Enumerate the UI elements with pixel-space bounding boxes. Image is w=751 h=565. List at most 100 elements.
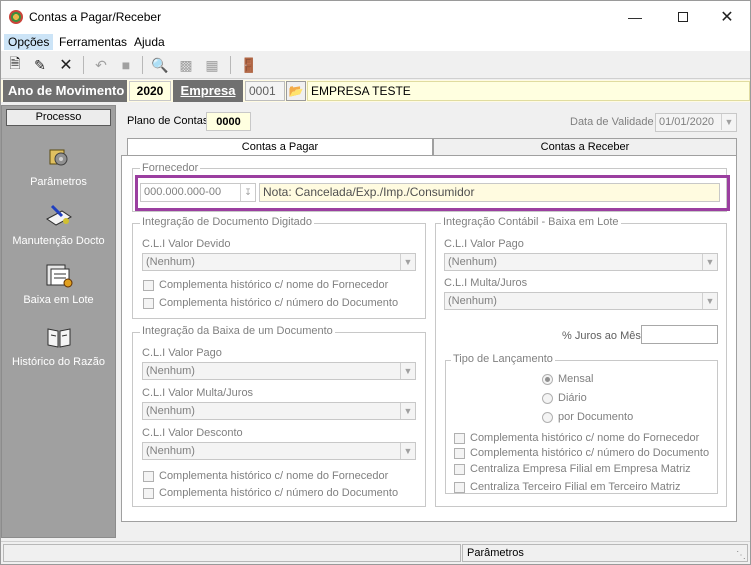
baixa-lote-icon [43, 260, 75, 290]
baixa-valor-pago-combo[interactable]: (Nenhum) ▼ [142, 362, 416, 380]
exit-door-icon[interactable]: 🚪 [239, 55, 259, 75]
status-cell-right: Parâmetros [462, 544, 748, 562]
radio-dot[interactable] [542, 411, 553, 423]
print-preview-icon[interactable]: 🔍 [150, 55, 170, 75]
sidebar-item-baixa-em-lote[interactable]: Baixa em Lote [2, 260, 115, 306]
data-validade-combo[interactable]: 01/01/2020 ▼ [655, 113, 737, 132]
edit-document-icon[interactable]: ✎ [30, 55, 50, 75]
checkbox-label: Complementa histórico c/ número do Docum… [470, 447, 710, 459]
tab-contas-a-pagar[interactable]: Contas a Pagar [127, 138, 433, 156]
checkbox-label: Complementa histórico c/ nome do Fornece… [470, 432, 700, 444]
empresa-label: Empresa [173, 80, 243, 102]
tipo-lanc-checkbox-1[interactable]: Complementa histórico c/ nome do Fornece… [454, 432, 699, 444]
print-icon[interactable]: ▩ [176, 55, 196, 75]
chevron-down-icon: ▼ [721, 114, 736, 130]
radio-diario[interactable]: Diário [542, 392, 587, 404]
checkbox-box[interactable] [143, 487, 154, 499]
juros-mes-label: % Juros ao Mês [562, 330, 641, 342]
checkbox-label: Centraliza Terceiro Filial em Terceiro M… [470, 481, 681, 493]
delete-icon[interactable]: ✕ [56, 55, 76, 75]
valor-devido-combo[interactable]: (Nenhum) ▼ [142, 253, 416, 271]
contabil-multa-juros-combo[interactable]: (Nenhum) ▼ [444, 292, 718, 310]
chevron-down-icon: ▼ [400, 443, 415, 459]
radio-mensal[interactable]: Mensal [542, 373, 593, 385]
sidebar-item-manutencao-docto[interactable]: Manutenção Docto [2, 201, 115, 247]
checkbox-box[interactable] [143, 470, 154, 482]
checkbox-box[interactable] [143, 297, 154, 309]
integ-baixa-checkbox-1[interactable]: Complementa histórico c/ nome do Fornece… [143, 470, 388, 482]
radio-label: Diário [558, 392, 587, 404]
chevron-down-icon: ▼ [400, 363, 415, 379]
app-icon [9, 10, 23, 24]
integ-baixa-checkbox-2[interactable]: Complementa histórico c/ número do Docum… [143, 487, 398, 499]
baixa-valor-desconto-combo[interactable]: (Nenhum) ▼ [142, 442, 416, 460]
sidebar-item-historico-do-razao[interactable]: Histórico do Razão [2, 322, 115, 368]
tab-contas-a-receber[interactable]: Contas a Receber [433, 138, 737, 156]
integ-baixa-f3-label: C.L.I Valor Desconto [142, 427, 243, 439]
data-validade-value: 01/01/2020 [659, 116, 715, 128]
toolbar-separator [83, 56, 84, 74]
folder-open-icon[interactable]: 📂 [286, 81, 306, 101]
combo-value: (Nenhum) [448, 256, 497, 268]
integ-doc-field-label: C.L.I Valor Devido [142, 238, 231, 250]
menu-ajuda[interactable]: Ajuda [130, 34, 169, 50]
new-document-icon[interactable]: 🗎 [5, 55, 25, 75]
fornecedor-code-value: 000.000.000-00 [144, 186, 222, 198]
minimize-icon[interactable]: — [612, 1, 658, 32]
ano-movimento-field[interactable]: 2020 [129, 81, 171, 101]
radio-label: por Documento [558, 411, 634, 423]
menu-ferramentas[interactable]: Ferramentas [55, 34, 131, 50]
fornecedor-group-label: Fornecedor [140, 162, 201, 174]
menu-opcoes[interactable]: Opções [4, 34, 54, 50]
baixa-multa-juros-combo[interactable]: (Nenhum) ▼ [142, 402, 416, 420]
toolbar-separator [230, 56, 231, 74]
checkbox-box[interactable] [454, 481, 465, 493]
chevron-down-icon: ▼ [702, 293, 717, 309]
toolbar: 🗎 ✎ ✕ ↶ ■ 🔍 ▩ ▦ 🚪 [1, 51, 750, 79]
tipo-lanc-checkbox-4[interactable]: Centraliza Terceiro Filial em Terceiro M… [454, 481, 681, 493]
chevron-down-icon: ▼ [400, 254, 415, 270]
save-icon[interactable]: ■ [116, 55, 136, 75]
combo-value: (Nenhum) [146, 405, 195, 417]
sidebar-item-parametros[interactable]: Parâmetros [2, 142, 115, 188]
integ-doc-checkbox-2[interactable]: Complementa histórico c/ número do Docum… [143, 297, 398, 309]
contabil-valor-pago-combo[interactable]: (Nenhum) ▼ [444, 253, 718, 271]
combo-value: (Nenhum) [146, 256, 195, 268]
resize-grip-icon[interactable]: ⋱ [736, 550, 748, 562]
tipo-lancamento-group-label: Tipo de Lançamento [451, 353, 555, 365]
checkbox-box[interactable] [143, 279, 154, 291]
sidebar-item-label: Baixa em Lote [23, 294, 94, 306]
dropdown-arrow-icon[interactable]: ↧ [240, 184, 255, 201]
plano-contas-field[interactable]: 0000 [206, 112, 251, 131]
close-icon[interactable]: ✕ [704, 1, 750, 32]
menu-bar: Opções Ferramentas Ajuda [1, 32, 750, 51]
tipo-lanc-checkbox-3[interactable]: Centraliza Empresa Filial em Empresa Mat… [454, 463, 691, 475]
juros-mes-input[interactable] [641, 325, 718, 344]
checkbox-label: Centraliza Empresa Filial em Empresa Mat… [470, 463, 691, 475]
checkbox-box[interactable] [454, 463, 465, 475]
checkbox-label: Complementa histórico c/ nome do Fornece… [159, 279, 389, 291]
checkbox-box[interactable] [454, 432, 465, 444]
integ-doc-checkbox-1[interactable]: Complementa histórico c/ nome do Fornece… [143, 279, 388, 291]
fornecedor-code-field[interactable]: 000.000.000-00 ↧ [140, 183, 256, 202]
checkbox-label: Complementa histórico c/ número do Docum… [159, 487, 399, 499]
empresa-code-field[interactable]: 0001 [245, 81, 285, 101]
checkbox-box[interactable] [454, 447, 465, 459]
tab-label: Contas a Receber [540, 141, 630, 153]
data-validade-label: Data de Validade [570, 116, 654, 128]
plano-contas-label: Plano de Contas [127, 115, 209, 127]
ano-movimento-label: Ano de Movimento [3, 80, 127, 102]
undo-icon[interactable]: ↶ [91, 55, 111, 75]
export-icon[interactable]: ▦ [202, 55, 222, 75]
empresa-name-field: EMPRESA TESTE [307, 81, 750, 101]
radio-por-documento[interactable]: por Documento [542, 411, 633, 423]
parametros-icon [43, 142, 75, 172]
radio-dot[interactable] [542, 392, 553, 404]
chevron-down-icon: ▼ [702, 254, 717, 270]
maximize-icon[interactable] [660, 1, 706, 32]
combo-value: (Nenhum) [448, 295, 497, 307]
radio-dot[interactable] [542, 373, 553, 385]
integ-baixa-f1-label: C.L.I Valor Pago [142, 347, 222, 359]
tipo-lanc-checkbox-2[interactable]: Complementa histórico c/ número do Docum… [454, 447, 709, 459]
integ-contabil-group-label: Integração Contábil - Baixa em Lote [441, 216, 621, 228]
